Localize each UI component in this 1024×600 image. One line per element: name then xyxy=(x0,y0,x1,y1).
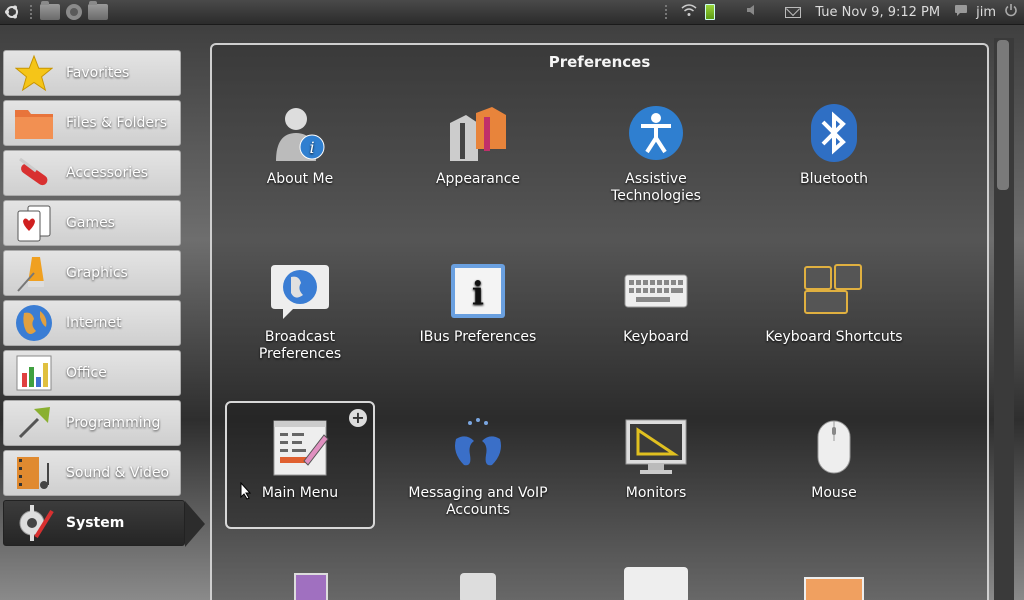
category-label: Programming xyxy=(66,415,161,431)
trowel-icon xyxy=(14,403,54,443)
mail-icon[interactable] xyxy=(785,6,802,18)
scrollbar-thumb[interactable] xyxy=(997,40,1009,190)
category-label: Files & Folders xyxy=(66,115,168,131)
category-label: Graphics xyxy=(66,265,128,281)
system-tools-icon xyxy=(14,503,54,543)
chat-icon[interactable] xyxy=(954,4,968,21)
category-label: Office xyxy=(66,365,107,381)
indicator-separator xyxy=(665,5,669,19)
mouse-cursor-icon xyxy=(240,482,252,500)
paintbrush-icon xyxy=(14,253,54,293)
ubuntu-logo-icon[interactable] xyxy=(0,0,24,25)
launcher-separator xyxy=(30,5,34,19)
top-panel: Tue Nov 9, 9:12 PM jim xyxy=(0,0,1024,25)
folder-icon xyxy=(14,103,54,143)
keyboard-shortcuts-icon xyxy=(800,257,868,325)
item-label: Main Menu xyxy=(261,485,339,501)
launcher-messaging-voip[interactable]: Messaging and VoIP Accounts xyxy=(403,403,553,531)
clock[interactable]: Tue Nov 9, 9:12 PM xyxy=(809,5,946,20)
folder-launcher-icon[interactable] xyxy=(86,0,110,25)
category-sidebar: Favorites Files & Folders Accessories Ga… xyxy=(0,48,210,600)
svg-text:i: i xyxy=(309,138,314,157)
ibus-icon: i xyxy=(444,257,512,325)
spreadsheet-icon xyxy=(14,353,54,393)
username[interactable]: jim xyxy=(976,5,996,20)
browser-launcher-icon[interactable] xyxy=(62,0,86,25)
item-label: Bluetooth xyxy=(800,171,868,187)
category-label: Sound & Video xyxy=(66,465,170,481)
category-label: Favorites xyxy=(66,65,130,81)
launcher-main-menu[interactable]: + Main Menu xyxy=(225,401,375,529)
partial-launcher-icon[interactable] xyxy=(294,573,328,600)
launcher-monitors[interactable]: Monitors xyxy=(581,403,731,531)
film-music-icon xyxy=(14,453,54,493)
launcher-broadcast-preferences[interactable]: Broadcast Preferences xyxy=(225,247,375,375)
battery-icon[interactable] xyxy=(705,4,716,20)
launcher-keyboard-shortcuts[interactable]: Keyboard Shortcuts xyxy=(759,247,909,375)
globe-icon xyxy=(14,303,54,343)
partial-launcher-icon[interactable] xyxy=(624,567,688,600)
broadcast-icon xyxy=(266,257,334,325)
launcher-about-me[interactable]: i About Me xyxy=(225,89,375,217)
messaging-icon xyxy=(444,413,512,481)
category-games[interactable]: Games xyxy=(3,200,181,246)
item-label: Monitors xyxy=(625,485,687,501)
category-label: Internet xyxy=(66,315,122,331)
main-menu-icon xyxy=(266,413,334,481)
scrollbar[interactable] xyxy=(994,38,1014,600)
volume-muted-icon[interactable] xyxy=(745,3,761,21)
item-label: Mouse xyxy=(811,485,857,501)
swiss-knife-icon xyxy=(14,153,54,193)
category-office[interactable]: Office xyxy=(3,350,181,396)
category-graphics[interactable]: Graphics xyxy=(3,250,181,296)
page-title: Preferences xyxy=(548,53,651,71)
appearance-icon xyxy=(444,99,512,167)
bluetooth-icon xyxy=(800,99,868,167)
item-label: Keyboard Shortcuts xyxy=(765,329,903,345)
category-system[interactable]: System xyxy=(3,500,205,547)
partial-launcher-icon[interactable] xyxy=(804,577,864,600)
item-label: Broadcast Preferences xyxy=(258,329,342,362)
item-label: Messaging and VoIP Accounts xyxy=(408,485,548,518)
category-accessories[interactable]: Accessories xyxy=(3,150,181,196)
add-to-favorites-icon[interactable]: + xyxy=(349,409,367,427)
partial-launcher-icon[interactable] xyxy=(460,573,496,600)
mouse-icon xyxy=(800,413,868,481)
category-favorites[interactable]: Favorites xyxy=(3,50,181,96)
playing-cards-icon xyxy=(14,203,54,243)
category-label: Games xyxy=(66,215,115,231)
monitor-icon xyxy=(622,413,690,481)
power-icon[interactable] xyxy=(1004,3,1018,21)
user-info-icon: i xyxy=(266,99,334,167)
item-label: IBus Preferences xyxy=(419,329,537,345)
keyboard-icon xyxy=(622,257,690,325)
launcher-appearance[interactable]: Appearance xyxy=(403,89,553,217)
launcher-ibus-preferences[interactable]: i IBus Preferences xyxy=(403,247,553,375)
category-label: Accessories xyxy=(66,165,149,181)
wifi-icon[interactable] xyxy=(681,3,697,21)
preferences-panel: Preferences i About Me Appearance Assist… xyxy=(210,43,989,600)
category-programming[interactable]: Programming xyxy=(3,400,181,446)
launcher-keyboard[interactable]: Keyboard xyxy=(581,247,731,375)
launcher-bluetooth[interactable]: Bluetooth xyxy=(759,89,909,217)
item-label: About Me xyxy=(266,171,334,187)
item-label: Keyboard xyxy=(623,329,689,345)
svg-text:i: i xyxy=(472,274,484,312)
launcher-assistive-technologies[interactable]: Assistive Technologies xyxy=(581,89,731,217)
category-internet[interactable]: Internet xyxy=(3,300,181,346)
star-icon xyxy=(14,53,54,93)
files-launcher-icon[interactable] xyxy=(38,0,62,25)
accessibility-icon xyxy=(622,99,690,167)
item-label: Assistive Technologies xyxy=(611,171,701,204)
launcher-mouse[interactable]: Mouse xyxy=(759,403,909,531)
category-files-folders[interactable]: Files & Folders xyxy=(3,100,181,146)
category-label: System xyxy=(66,515,125,531)
category-sound-video[interactable]: Sound & Video xyxy=(3,450,181,496)
item-label: Appearance xyxy=(435,171,521,187)
